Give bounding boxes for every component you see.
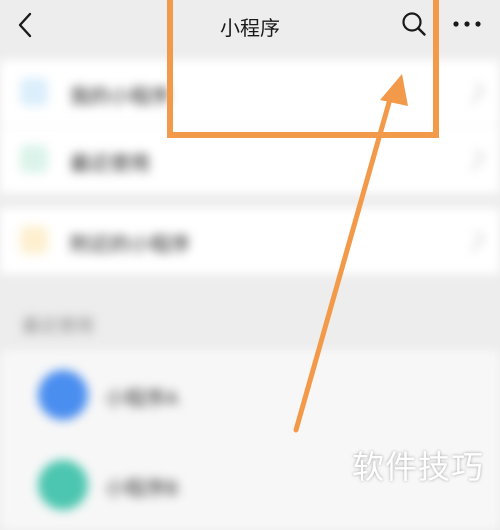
chevron-right-icon [463, 82, 485, 104]
app-avatar [38, 460, 88, 510]
app-name: 小程序A [105, 388, 179, 410]
highlight-box [167, 0, 439, 138]
menu-item-nearby[interactable]: 附近的小程序 [0, 208, 500, 274]
app-avatar [38, 370, 88, 420]
recent-icon [20, 145, 48, 173]
chevron-right-icon [463, 149, 485, 171]
section-label: 最近使用 [22, 316, 94, 336]
more-dots-icon[interactable] [450, 14, 484, 34]
app-name: 小程序B [105, 478, 179, 500]
menu-item-label: 我的小程序 [70, 86, 170, 108]
miniprogram-icon [20, 78, 48, 106]
recent-app-row[interactable]: 小程序A [0, 350, 500, 440]
menu-item-label: 附近的小程序 [70, 234, 190, 256]
chevron-right-icon [463, 230, 485, 252]
menu-item-label: 最近使用 [70, 153, 150, 175]
nearby-icon [20, 226, 48, 254]
watermark: 软件技巧 [352, 448, 485, 486]
